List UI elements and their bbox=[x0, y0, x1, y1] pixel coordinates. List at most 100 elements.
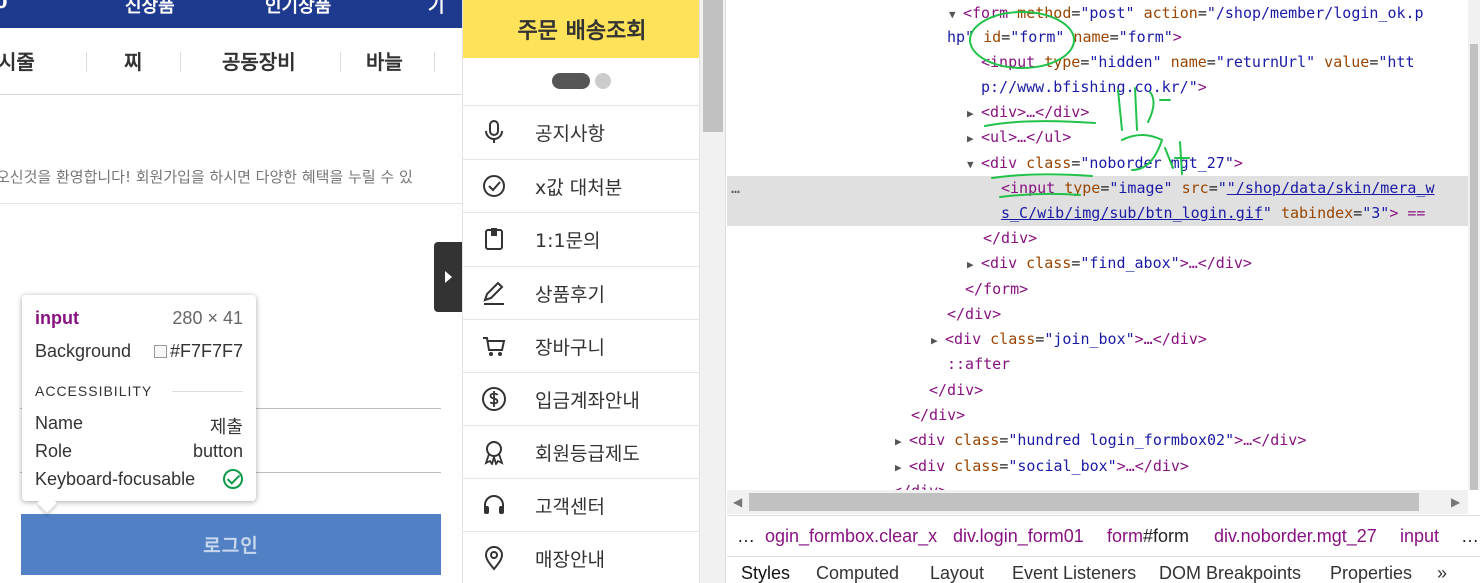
scroll-left-arrow-icon[interactable]: ◀ bbox=[733, 495, 742, 509]
side-panel-toggle[interactable] bbox=[434, 242, 462, 312]
name-label: Name bbox=[35, 413, 84, 433]
sidemenu-item-customer-center[interactable]: 고객센터 bbox=[463, 478, 699, 531]
cart-icon bbox=[483, 337, 506, 356]
welcome-message: 오신것을 환영합니다! 회원가입을 하시면 다양한 혜택을 누릴 수 있 bbox=[0, 168, 413, 186]
sidemenu-item-bank-account[interactable]: 입금계좌안내 bbox=[463, 372, 699, 425]
dom-node-after-pseudo[interactable]: ::after bbox=[727, 352, 1010, 377]
breadcrumb-item[interactable]: div.login_form01 bbox=[953, 526, 1084, 547]
dom-node-input-image-cont[interactable]: s_C/wib/img/sub/btn_login.gif" tabindex=… bbox=[727, 201, 1468, 226]
top-navigation-bar: 100 신상품 인기상품 기 bbox=[0, 0, 462, 28]
sidebar-tabs: Styles Computed Layout Event Listeners D… bbox=[727, 556, 1480, 583]
scrollbar-thumb[interactable] bbox=[1470, 44, 1478, 490]
role-value: button bbox=[192, 441, 243, 461]
tab-dom-breakpoints[interactable]: DOM Breakpoints bbox=[1159, 563, 1301, 583]
dollar-icon bbox=[482, 387, 506, 411]
breadcrumb-scroll-left[interactable]: … bbox=[737, 526, 755, 547]
breadcrumb-item-selected[interactable]: input bbox=[1400, 526, 1439, 547]
more-tabs-icon[interactable]: » bbox=[1437, 563, 1447, 583]
side-menu: 주문 배송조회 공지사항 x값 대처분 1:1문의 상품후기 장바구니 입금계좌… bbox=[462, 0, 700, 583]
devtools-panel: ▼ <form method="post" action="/shop/membe… bbox=[727, 0, 1480, 583]
breadcrumb-scroll-right[interactable]: … bbox=[1461, 526, 1479, 547]
sidemenu-item-membership[interactable]: 회원등급제도 bbox=[463, 425, 699, 478]
breadcrumb-item[interactable]: div.noborder.mgt_27 bbox=[1214, 526, 1377, 547]
node-actions-ellipsis[interactable]: … bbox=[731, 176, 740, 201]
category-item[interactable]: 바늘 bbox=[366, 46, 403, 75]
dom-node-close-div[interactable]: </div> bbox=[727, 403, 965, 428]
breadcrumb-item[interactable]: ogin_formbox.clear_x bbox=[765, 526, 937, 547]
dom-node-div[interactable]: ▶ <div>…</div> bbox=[727, 100, 1089, 125]
elements-horizontal-scrollbar[interactable]: ◀ ▶ bbox=[727, 490, 1468, 514]
award-icon bbox=[484, 441, 504, 465]
tab-computed[interactable]: Computed bbox=[816, 563, 899, 583]
dom-node-form[interactable]: ▼ <form method="post" action="/shop/membe… bbox=[727, 1, 1424, 26]
category-item[interactable]: 공동장비 bbox=[222, 46, 296, 75]
sidemenu-item-clearance[interactable]: x값 대처분 bbox=[463, 159, 699, 212]
sidemenu-item-label: 매장안내 bbox=[535, 549, 605, 571]
dom-node-close-div[interactable]: </div> bbox=[727, 479, 947, 490]
background-label: Background bbox=[35, 341, 132, 361]
dom-node-social-box[interactable]: ▶ <div class="social_box">…</div> bbox=[727, 454, 1189, 479]
sidemenu-item-label: x값 대처분 bbox=[535, 177, 623, 199]
tab-properties[interactable]: Properties bbox=[1330, 563, 1412, 583]
expand-triangle-icon[interactable]: ▶ bbox=[895, 429, 909, 454]
divider bbox=[172, 391, 243, 392]
sidemenu-item-reviews[interactable]: 상품후기 bbox=[463, 266, 699, 319]
sidemenu-item-store-info[interactable]: 매장안내 bbox=[463, 531, 699, 583]
dom-node-close-div[interactable]: </div> bbox=[727, 378, 983, 403]
expand-triangle-icon[interactable]: ▶ bbox=[967, 252, 981, 277]
sidemenu-item-label: 1:1문의 bbox=[535, 230, 601, 252]
scrollbar-thumb[interactable] bbox=[749, 493, 1419, 511]
scroll-right-arrow-icon[interactable]: ▶ bbox=[1451, 495, 1460, 509]
page-scrollbar[interactable] bbox=[700, 0, 726, 583]
elements-tree: ▼ <form method="post" action="/shop/membe… bbox=[727, 0, 1468, 490]
nav-fragment[interactable]: 기 bbox=[428, 0, 445, 18]
expand-triangle-icon[interactable]: ▶ bbox=[895, 455, 909, 480]
elements-vertical-scrollbar[interactable] bbox=[1468, 0, 1480, 490]
category-item[interactable]: 찌 bbox=[124, 46, 142, 75]
tab-styles[interactable]: Styles bbox=[741, 563, 790, 583]
scrollbar-thumb[interactable] bbox=[703, 0, 723, 132]
dom-node-close-div[interactable]: </div> bbox=[727, 302, 1001, 327]
dom-node-input-image-selected[interactable]: <input type="image" src=""/shop/data/ski… bbox=[727, 176, 1468, 201]
sidemenu-item-label: 공지사항 bbox=[535, 123, 605, 145]
keyboard-focusable-label: Keyboard-focusable bbox=[35, 469, 196, 489]
location-pin-icon bbox=[484, 546, 504, 571]
dom-node-close-form[interactable]: </form> bbox=[727, 277, 1028, 302]
dom-node-find-abox[interactable]: ▶ <div class="find_abox">…</div> bbox=[727, 251, 1252, 276]
order-tracking-button[interactable]: 주문 배송조회 bbox=[463, 0, 699, 58]
category-bar: 시줄 찌 공동장비 바늘 bbox=[0, 28, 462, 95]
expand-triangle-icon[interactable]: ▶ bbox=[967, 126, 981, 151]
sidemenu-item-label: 회원등급제도 bbox=[535, 443, 640, 465]
dom-node-div-noborder[interactable]: ▼ <div class="noborder mgt_27"> bbox=[727, 151, 1243, 176]
category-divider bbox=[434, 52, 435, 72]
category-divider bbox=[180, 52, 181, 72]
category-item[interactable]: 시줄 bbox=[0, 46, 35, 75]
inactive-dot[interactable] bbox=[595, 73, 611, 89]
expand-triangle-icon[interactable]: ▶ bbox=[931, 328, 945, 353]
dom-node-input-hidden[interactable]: <input type="hidden" name="returnUrl" va… bbox=[727, 50, 1415, 75]
collapse-triangle-icon[interactable]: ▼ bbox=[967, 152, 981, 177]
tab-layout[interactable]: Layout bbox=[930, 563, 984, 583]
sidemenu-item-cart[interactable]: 장바구니 bbox=[463, 319, 699, 372]
tab-event-listeners[interactable]: Event Listeners bbox=[1012, 563, 1136, 583]
check-circle-icon bbox=[483, 175, 505, 197]
active-dot[interactable] bbox=[552, 73, 590, 89]
login-button[interactable]: 로그인 bbox=[21, 514, 441, 575]
dom-node-hundred-login-formbox02[interactable]: ▶ <div class="hundred login_formbox02">…<… bbox=[727, 428, 1306, 453]
sidemenu-item-label: 고객센터 bbox=[535, 496, 605, 518]
dom-node-ul[interactable]: ▶ <ul>…</ul> bbox=[727, 125, 1071, 150]
nav-fragment[interactable]: 인기상품 bbox=[265, 0, 331, 18]
sidemenu-item-inquiry[interactable]: 1:1문의 bbox=[463, 212, 699, 265]
sidemenu-item-notice[interactable]: 공지사항 bbox=[463, 105, 699, 158]
category-divider bbox=[340, 52, 341, 72]
headset-icon bbox=[484, 495, 504, 514]
dom-node-join-box[interactable]: ▶ <div class="join_box">…</div> bbox=[727, 327, 1207, 352]
collapse-triangle-icon[interactable]: ▼ bbox=[949, 2, 963, 27]
nav-fragment[interactable]: 100 bbox=[0, 0, 8, 13]
dom-node-close-div[interactable]: </div> bbox=[727, 226, 1037, 251]
dom-node-form-cont[interactable]: hp" id="form" name="form"> bbox=[727, 25, 1182, 50]
dom-node-input-hidden-cont[interactable]: p://www.bfishing.co.kr/"> bbox=[727, 75, 1207, 100]
breadcrumb-item[interactable]: form#form bbox=[1107, 526, 1189, 547]
expand-triangle-icon[interactable]: ▶ bbox=[967, 101, 981, 126]
nav-fragment[interactable]: 신상품 bbox=[125, 0, 175, 18]
